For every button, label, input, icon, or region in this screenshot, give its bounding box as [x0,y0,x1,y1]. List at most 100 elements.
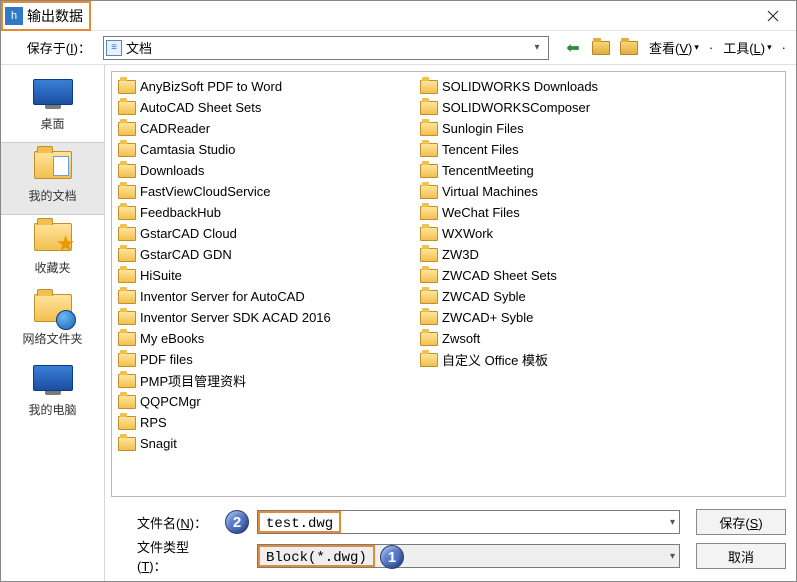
list-item[interactable]: Downloads [116,160,418,181]
back-button[interactable]: ⬅ [563,38,583,58]
list-item[interactable]: PDF files [116,349,418,370]
file-list[interactable]: AnyBizSoft PDF to Word AutoCAD Sheet Sets… [111,71,786,497]
folder-icon [118,143,136,157]
place-label: 我的电脑 [1,401,104,418]
place-favorites[interactable]: ★ 收藏夹 [1,215,104,286]
view-menu[interactable]: 查看(V)▾ [647,38,701,57]
list-item-label: QQPCMgr [140,394,201,409]
up-folder-button[interactable] [591,38,611,58]
list-item[interactable]: Camtasia Studio [116,139,418,160]
list-item[interactable]: WXWork [418,223,678,244]
place-label: 收藏夹 [1,259,104,276]
computer-icon [33,365,73,391]
list-item[interactable]: PMP项目管理资料 [116,370,418,391]
cancel-button[interactable]: 取消 [696,543,786,569]
list-item[interactable]: CADReader [116,118,418,139]
list-item[interactable]: TencentMeeting [418,160,678,181]
list-item[interactable]: QQPCMgr [116,391,418,412]
list-item-label: Snagit [140,436,177,451]
list-item[interactable]: HiSuite [116,265,418,286]
folder-icon [118,227,136,241]
location-bar: 保存于(I)： ≡ 文档 ▾ ⬅ 查看(V)▾ · 工具(L)▾ · [1,31,796,65]
list-item-label: Sunlogin Files [442,121,524,136]
filetype-combo[interactable]: Block(*.dwg) 1 ▾ [257,544,680,568]
chevron-down-icon: ▾ [670,517,675,528]
list-item[interactable]: AnyBizSoft PDF to Word [116,76,418,97]
list-item-label: Zwsoft [442,331,480,346]
folder-icon [420,269,438,283]
list-item[interactable]: RPS [116,412,418,433]
chevron-down-icon: ▾ [670,551,675,562]
list-item[interactable]: SOLIDWORKSComposer [418,97,678,118]
close-button[interactable] [750,1,796,31]
place-my-computer[interactable]: 我的电脑 [1,357,104,428]
list-item-label: Inventor Server for AutoCAD [140,289,305,304]
folder-icon [420,122,438,136]
folder-icon [118,374,136,388]
list-item[interactable]: My eBooks [116,328,418,349]
folder-icon [118,437,136,451]
filename-input[interactable]: test.dwg ▾ [257,510,680,534]
list-item-label: SOLIDWORKSComposer [442,100,590,115]
list-item-label: ZWCAD Sheet Sets [442,268,557,283]
list-item-label: PDF files [140,352,193,367]
list-item[interactable]: Snagit [116,433,418,454]
folder-icon [420,101,438,115]
place-my-documents[interactable]: 我的文档 [1,142,104,215]
folder-icon [420,80,438,94]
list-item-label: SOLIDWORKS Downloads [442,79,598,94]
filename-value: test.dwg [258,511,341,533]
places-bar: 桌面 我的文档 ★ 收藏夹 网络文件夹 我的电脑 [1,65,105,581]
list-item-label: WXWork [442,226,493,241]
list-item-label: AutoCAD Sheet Sets [140,100,261,115]
list-item[interactable]: AutoCAD Sheet Sets [116,97,418,118]
annotation-badge-2: 2 [225,510,249,534]
folder-icon [118,416,136,430]
folder-icon [118,206,136,220]
list-item[interactable]: Tencent Files [418,139,678,160]
folder-icon [420,353,438,367]
save-in-combo[interactable]: ≡ 文档 ▾ [103,36,549,60]
list-item-label: Inventor Server SDK ACAD 2016 [140,310,331,325]
place-network-folders[interactable]: 网络文件夹 [1,286,104,357]
list-item[interactable]: ZW3D [418,244,678,265]
folder-icon [420,290,438,304]
list-item[interactable]: ZWCAD+ Syble [418,307,678,328]
list-item-label: ZW3D [442,247,479,262]
list-item[interactable]: FeedbackHub [116,202,418,223]
filename-label: 文件名(N)： [115,513,217,532]
folder-icon [420,164,438,178]
folder-icon [118,290,136,304]
list-item[interactable]: ZWCAD Syble [418,286,678,307]
list-item[interactable]: 自定义 Office 模板 [418,349,678,370]
list-item[interactable]: Virtual Machines [418,181,678,202]
list-item[interactable]: Zwsoft [418,328,678,349]
folder-icon [118,269,136,283]
list-item-label: WeChat Files [442,205,520,220]
place-desktop[interactable]: 桌面 [1,71,104,142]
list-item[interactable]: FastViewCloudService [116,181,418,202]
list-item[interactable]: SOLIDWORKS Downloads [418,76,678,97]
new-folder-button[interactable] [619,38,639,58]
chevron-down-icon: ▾ [528,42,546,53]
folder-icon [118,248,136,262]
folder-icon [118,122,136,136]
place-label: 网络文件夹 [1,330,104,347]
list-item[interactable]: WeChat Files [418,202,678,223]
folder-icon [420,143,438,157]
documents-icon: ≡ [106,40,122,56]
list-item[interactable]: GstarCAD GDN [116,244,418,265]
folder-icon [420,248,438,262]
list-item[interactable]: ZWCAD Sheet Sets [418,265,678,286]
list-item[interactable]: Inventor Server SDK ACAD 2016 [116,307,418,328]
list-item[interactable]: GstarCAD Cloud [116,223,418,244]
list-item-label: Downloads [140,163,204,178]
list-item[interactable]: Inventor Server for AutoCAD [116,286,418,307]
list-item-label: RPS [140,415,167,430]
save-button[interactable]: 保存(S) [696,509,786,535]
list-item-label: Camtasia Studio [140,142,235,157]
folder-icon [420,206,438,220]
tools-menu[interactable]: 工具(L)▾ [721,38,773,57]
list-item[interactable]: Sunlogin Files [418,118,678,139]
list-item-label: FeedbackHub [140,205,221,220]
